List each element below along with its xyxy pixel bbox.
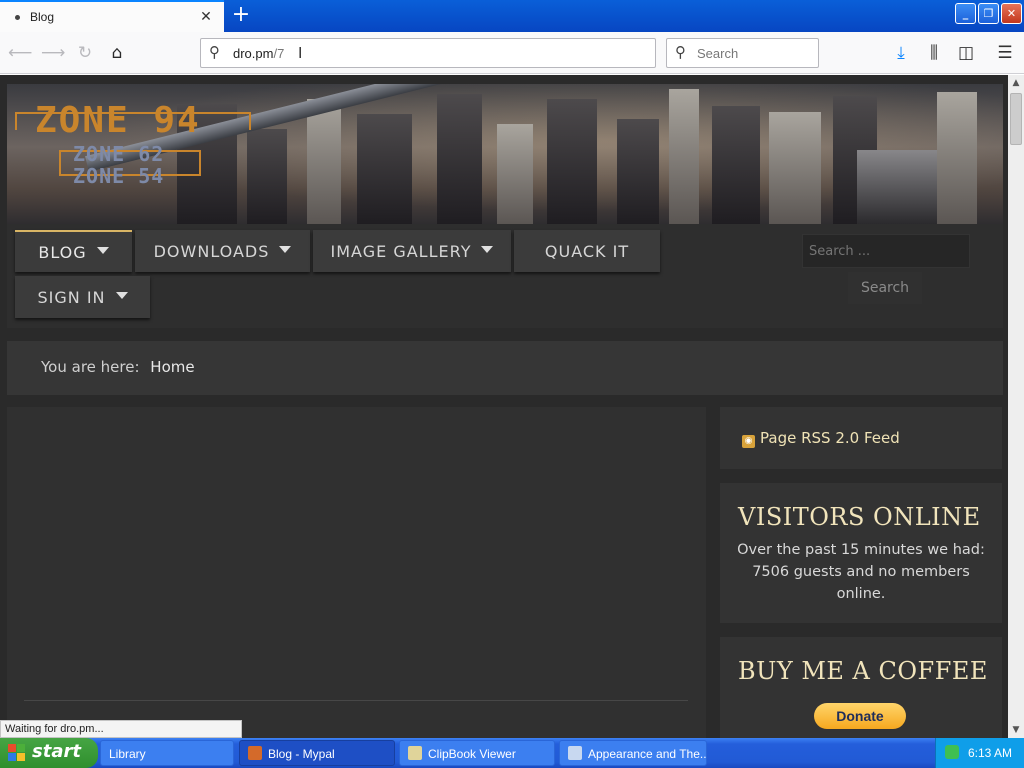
menu-item-image-gallery[interactable]: IMAGE GALLERY [313, 230, 511, 272]
menu-item-blog[interactable]: BLOG [15, 230, 132, 272]
reload-icon[interactable]: ↻ [73, 41, 97, 65]
browser-search-placeholder: Search [697, 46, 739, 61]
minimize-button[interactable]: _ [955, 3, 976, 24]
mypal-icon [248, 746, 262, 760]
visitors-module: VISITORS ONLINE Over the past 15 minutes… [720, 483, 1002, 623]
new-tab-button[interactable]: + [229, 3, 253, 29]
taskbar-item-blog-mypal[interactable]: Blog - Mypal [239, 740, 395, 766]
breadcrumb-home[interactable]: Home [150, 358, 194, 376]
site-logo-sub1: ZONE 62 [73, 142, 165, 166]
menu-item-downloads[interactable]: DOWNLOADS [135, 230, 310, 272]
web-page: ZONE 94 ZONE 62 ZONE 54 BLOG DOWNLOADS I… [0, 75, 1008, 738]
site-banner: ZONE 94 ZONE 62 ZONE 54 [7, 84, 1003, 224]
scroll-up-icon[interactable]: ▲ [1008, 75, 1024, 91]
download-icon[interactable]: ⤓ [889, 41, 913, 65]
coffee-module: BUY ME A COFFEE Donate [720, 637, 1002, 738]
url-text[interactable]: dro.pm/7 [233, 46, 284, 61]
page-scrollbar[interactable]: ▲ ▼ [1008, 75, 1024, 738]
hamburger-menu-icon[interactable]: ☰ [993, 41, 1017, 65]
menu-item-sign-in[interactable]: SIGN IN [15, 276, 150, 318]
rss-label: Page RSS 2.0 Feed [760, 429, 900, 447]
donate-button[interactable]: Donate [814, 703, 906, 729]
dropdown-caret-icon [115, 291, 128, 299]
task-label: ClipBook Viewer [428, 747, 516, 761]
sidebar-icon[interactable]: ◫ [954, 41, 978, 65]
windows-flag-icon [8, 744, 26, 762]
display-properties-icon [568, 746, 582, 760]
site-search-input[interactable] [802, 234, 970, 268]
taskbar: start Library Blog - Mypal ClipBook View… [0, 738, 1024, 768]
scroll-down-icon[interactable]: ▼ [1008, 722, 1024, 738]
tab-close-icon[interactable]: ✕ [194, 9, 218, 25]
url-path: /7 [273, 46, 285, 61]
coffee-title: BUY ME A COFFEE [738, 657, 988, 685]
task-label: Library [109, 747, 146, 761]
menu-label: DOWNLOADS [153, 241, 270, 261]
site-main-menu: BLOG DOWNLOADS IMAGE GALLERY QUACK IT SI… [7, 224, 1003, 328]
back-arrow-icon[interactable]: ⟵ [8, 41, 32, 65]
tab-title: Blog [30, 10, 55, 24]
dropdown-caret-icon [96, 246, 109, 254]
forward-arrow-icon[interactable]: ⟶ [41, 41, 65, 65]
menu-label: IMAGE GALLERY [330, 241, 472, 261]
start-button[interactable]: start [0, 738, 98, 768]
breadcrumb: You are here: Home [7, 341, 1003, 395]
breadcrumb-prefix: You are here: [41, 358, 140, 376]
text-cursor-icon: I [298, 44, 303, 62]
taskbar-item-clipbook[interactable]: ClipBook Viewer [399, 740, 555, 766]
tab-loading-icon [15, 14, 20, 20]
system-tray: 6:13 AM [935, 738, 1024, 768]
window-controls: _ ❐ ✕ [955, 3, 1022, 24]
visitors-title: VISITORS ONLINE [738, 503, 981, 531]
browser-search-bar[interactable]: ⚲ Search [666, 38, 819, 68]
task-label: Blog - Mypal [268, 747, 335, 761]
content-divider [24, 700, 688, 701]
url-host: dro.pm [233, 46, 274, 61]
library-icon[interactable]: ⫼ [922, 41, 946, 65]
menu-item-quack-it[interactable]: QUACK IT [514, 230, 660, 272]
taskbar-item-appearance[interactable]: Appearance and The... [559, 740, 707, 766]
site-logo[interactable]: ZONE 94 [35, 100, 201, 141]
clipbook-icon [408, 746, 422, 760]
url-search-icon: ⚲ [209, 43, 220, 61]
browser-navbar: ⟵ ⟶ ↻ ⌂ ⚲ dro.pm/7 I ⚲ Search ⤓ ⫼ ◫ ☰ [0, 32, 1024, 74]
rss-link[interactable]: ◉ Page RSS 2.0 Feed [720, 407, 1002, 448]
menu-label: SIGN IN [37, 287, 106, 307]
url-bar[interactable]: ⚲ dro.pm/7 I [200, 38, 656, 68]
browser-tab-blog[interactable]: Blog ✕ [0, 0, 224, 32]
dropdown-caret-icon [481, 245, 494, 253]
rss-icon: ◉ [742, 435, 755, 448]
start-label: start [32, 741, 81, 762]
browser-titlebar: Blog ✕ + _ ❐ ✕ [0, 0, 1024, 32]
dropdown-caret-icon [279, 245, 292, 253]
restore-button[interactable]: ❐ [978, 3, 999, 24]
status-bar: Waiting for dro.pm... [0, 720, 242, 738]
search-icon: ⚲ [675, 43, 686, 61]
visitors-text: Over the past 15 minutes we had: 7506 gu… [737, 542, 985, 602]
home-icon[interactable]: ⌂ [105, 41, 129, 65]
close-window-button[interactable]: ✕ [1001, 3, 1022, 24]
site-search-button[interactable]: Search [848, 272, 922, 304]
tray-network-icon[interactable] [945, 745, 959, 759]
menu-label: BLOG [38, 242, 87, 262]
taskbar-item-library[interactable]: Library [100, 740, 234, 766]
menu-label: QUACK IT [544, 241, 630, 261]
main-content [7, 407, 706, 738]
task-label: Appearance and The... [588, 747, 707, 761]
rss-module: ◉ Page RSS 2.0 Feed [720, 407, 1002, 469]
site-logo-sub2: ZONE 54 [73, 164, 165, 188]
scrollbar-thumb[interactable] [1010, 93, 1022, 145]
clock: 6:13 AM [968, 746, 1013, 760]
